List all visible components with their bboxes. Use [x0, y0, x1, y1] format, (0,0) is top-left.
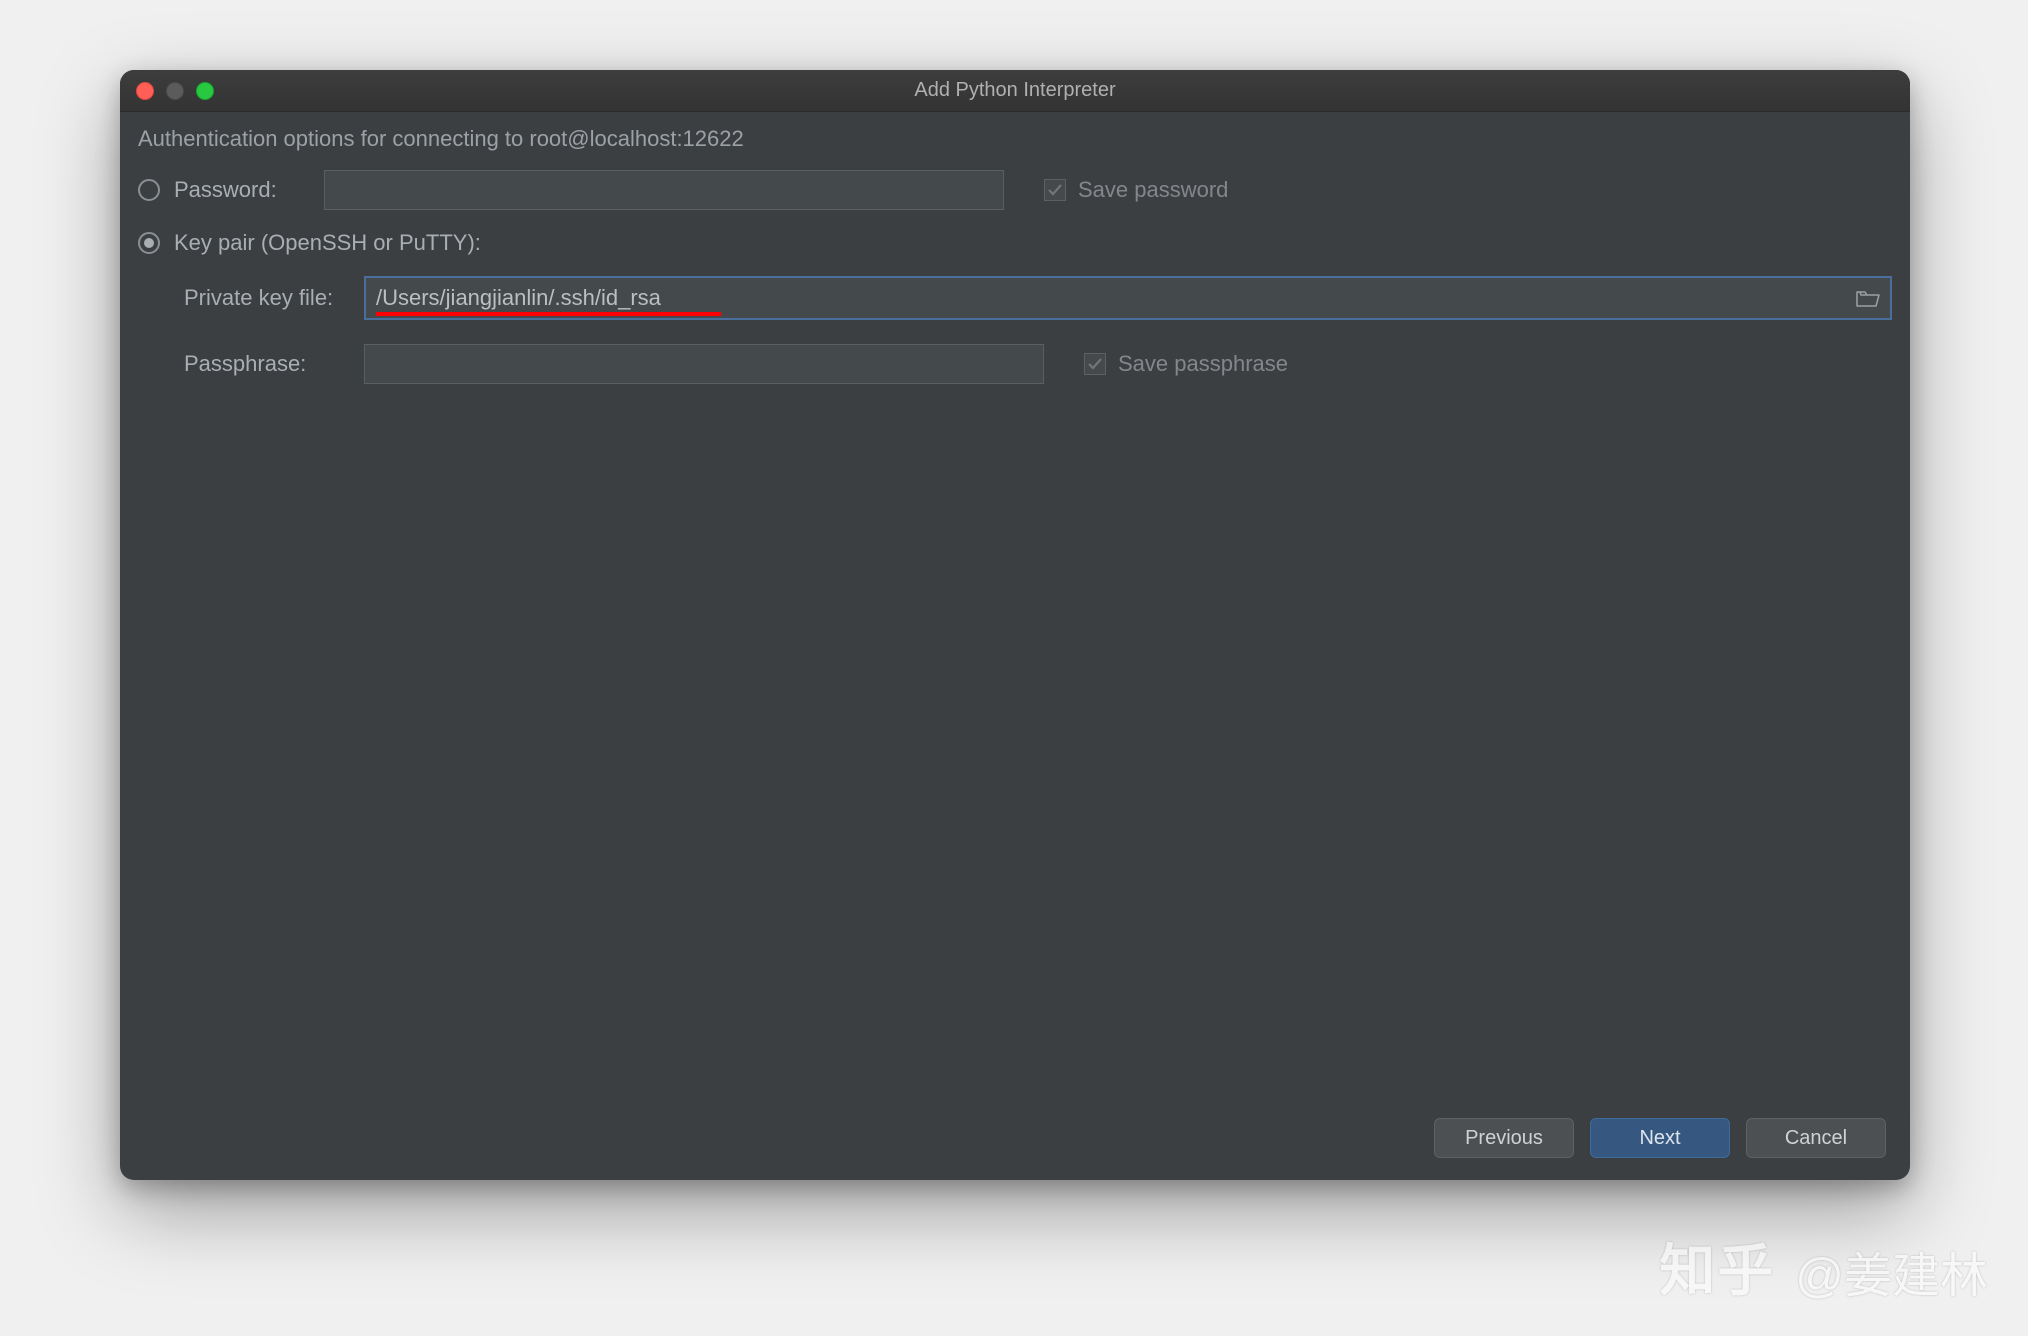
password-radio[interactable] [138, 179, 160, 201]
private-key-label: Private key file: [184, 285, 364, 311]
auth-subtitle: Authentication options for connecting to… [138, 126, 1892, 152]
previous-button[interactable]: Previous [1434, 1118, 1574, 1158]
passphrase-label: Passphrase: [184, 351, 324, 377]
cancel-button[interactable]: Cancel [1746, 1118, 1886, 1158]
passphrase-row: Passphrase: Save passphrase [184, 344, 1892, 384]
traffic-lights [136, 82, 214, 100]
save-password-checkbox[interactable] [1044, 179, 1066, 201]
private-key-value: /Users/jiangjianlin/.ssh/id_rsa [376, 285, 1846, 311]
passphrase-input[interactable] [364, 344, 1044, 384]
save-password-label: Save password [1078, 177, 1228, 203]
next-button[interactable]: Next [1590, 1118, 1730, 1158]
dialog-window: Add Python Interpreter Authentication op… [120, 70, 1910, 1180]
save-passphrase-wrap: Save passphrase [1084, 351, 1288, 377]
watermark: 知乎 @姜建林 [1659, 1236, 1988, 1306]
save-passphrase-label: Save passphrase [1118, 351, 1288, 377]
close-icon[interactable] [136, 82, 154, 100]
red-underline [376, 312, 721, 316]
folder-open-icon[interactable] [1856, 289, 1880, 307]
dialog-content: Authentication options for connecting to… [120, 112, 1910, 384]
password-row: Password: Save password [138, 170, 1892, 210]
private-key-row: Private key file: /Users/jiangjianlin/.s… [184, 276, 1892, 320]
password-label: Password: [174, 177, 324, 203]
save-passphrase-checkbox[interactable] [1084, 353, 1106, 375]
button-bar: Previous Next Cancel [1434, 1118, 1886, 1158]
window-title: Add Python Interpreter [120, 79, 1910, 102]
private-key-input[interactable]: /Users/jiangjianlin/.ssh/id_rsa [364, 276, 1892, 320]
zhihu-logo-icon: 知乎 [1659, 1243, 1775, 1299]
minimize-icon[interactable] [166, 82, 184, 100]
watermark-author: @姜建林 [1795, 1236, 1988, 1306]
maximize-icon[interactable] [196, 82, 214, 100]
password-input[interactable] [324, 170, 1004, 210]
keypair-radio[interactable] [138, 232, 160, 254]
titlebar: Add Python Interpreter [120, 70, 1910, 112]
save-password-wrap: Save password [1044, 177, 1228, 203]
keypair-row: Key pair (OpenSSH or PuTTY): [138, 230, 1892, 256]
keypair-label: Key pair (OpenSSH or PuTTY): [174, 230, 481, 256]
